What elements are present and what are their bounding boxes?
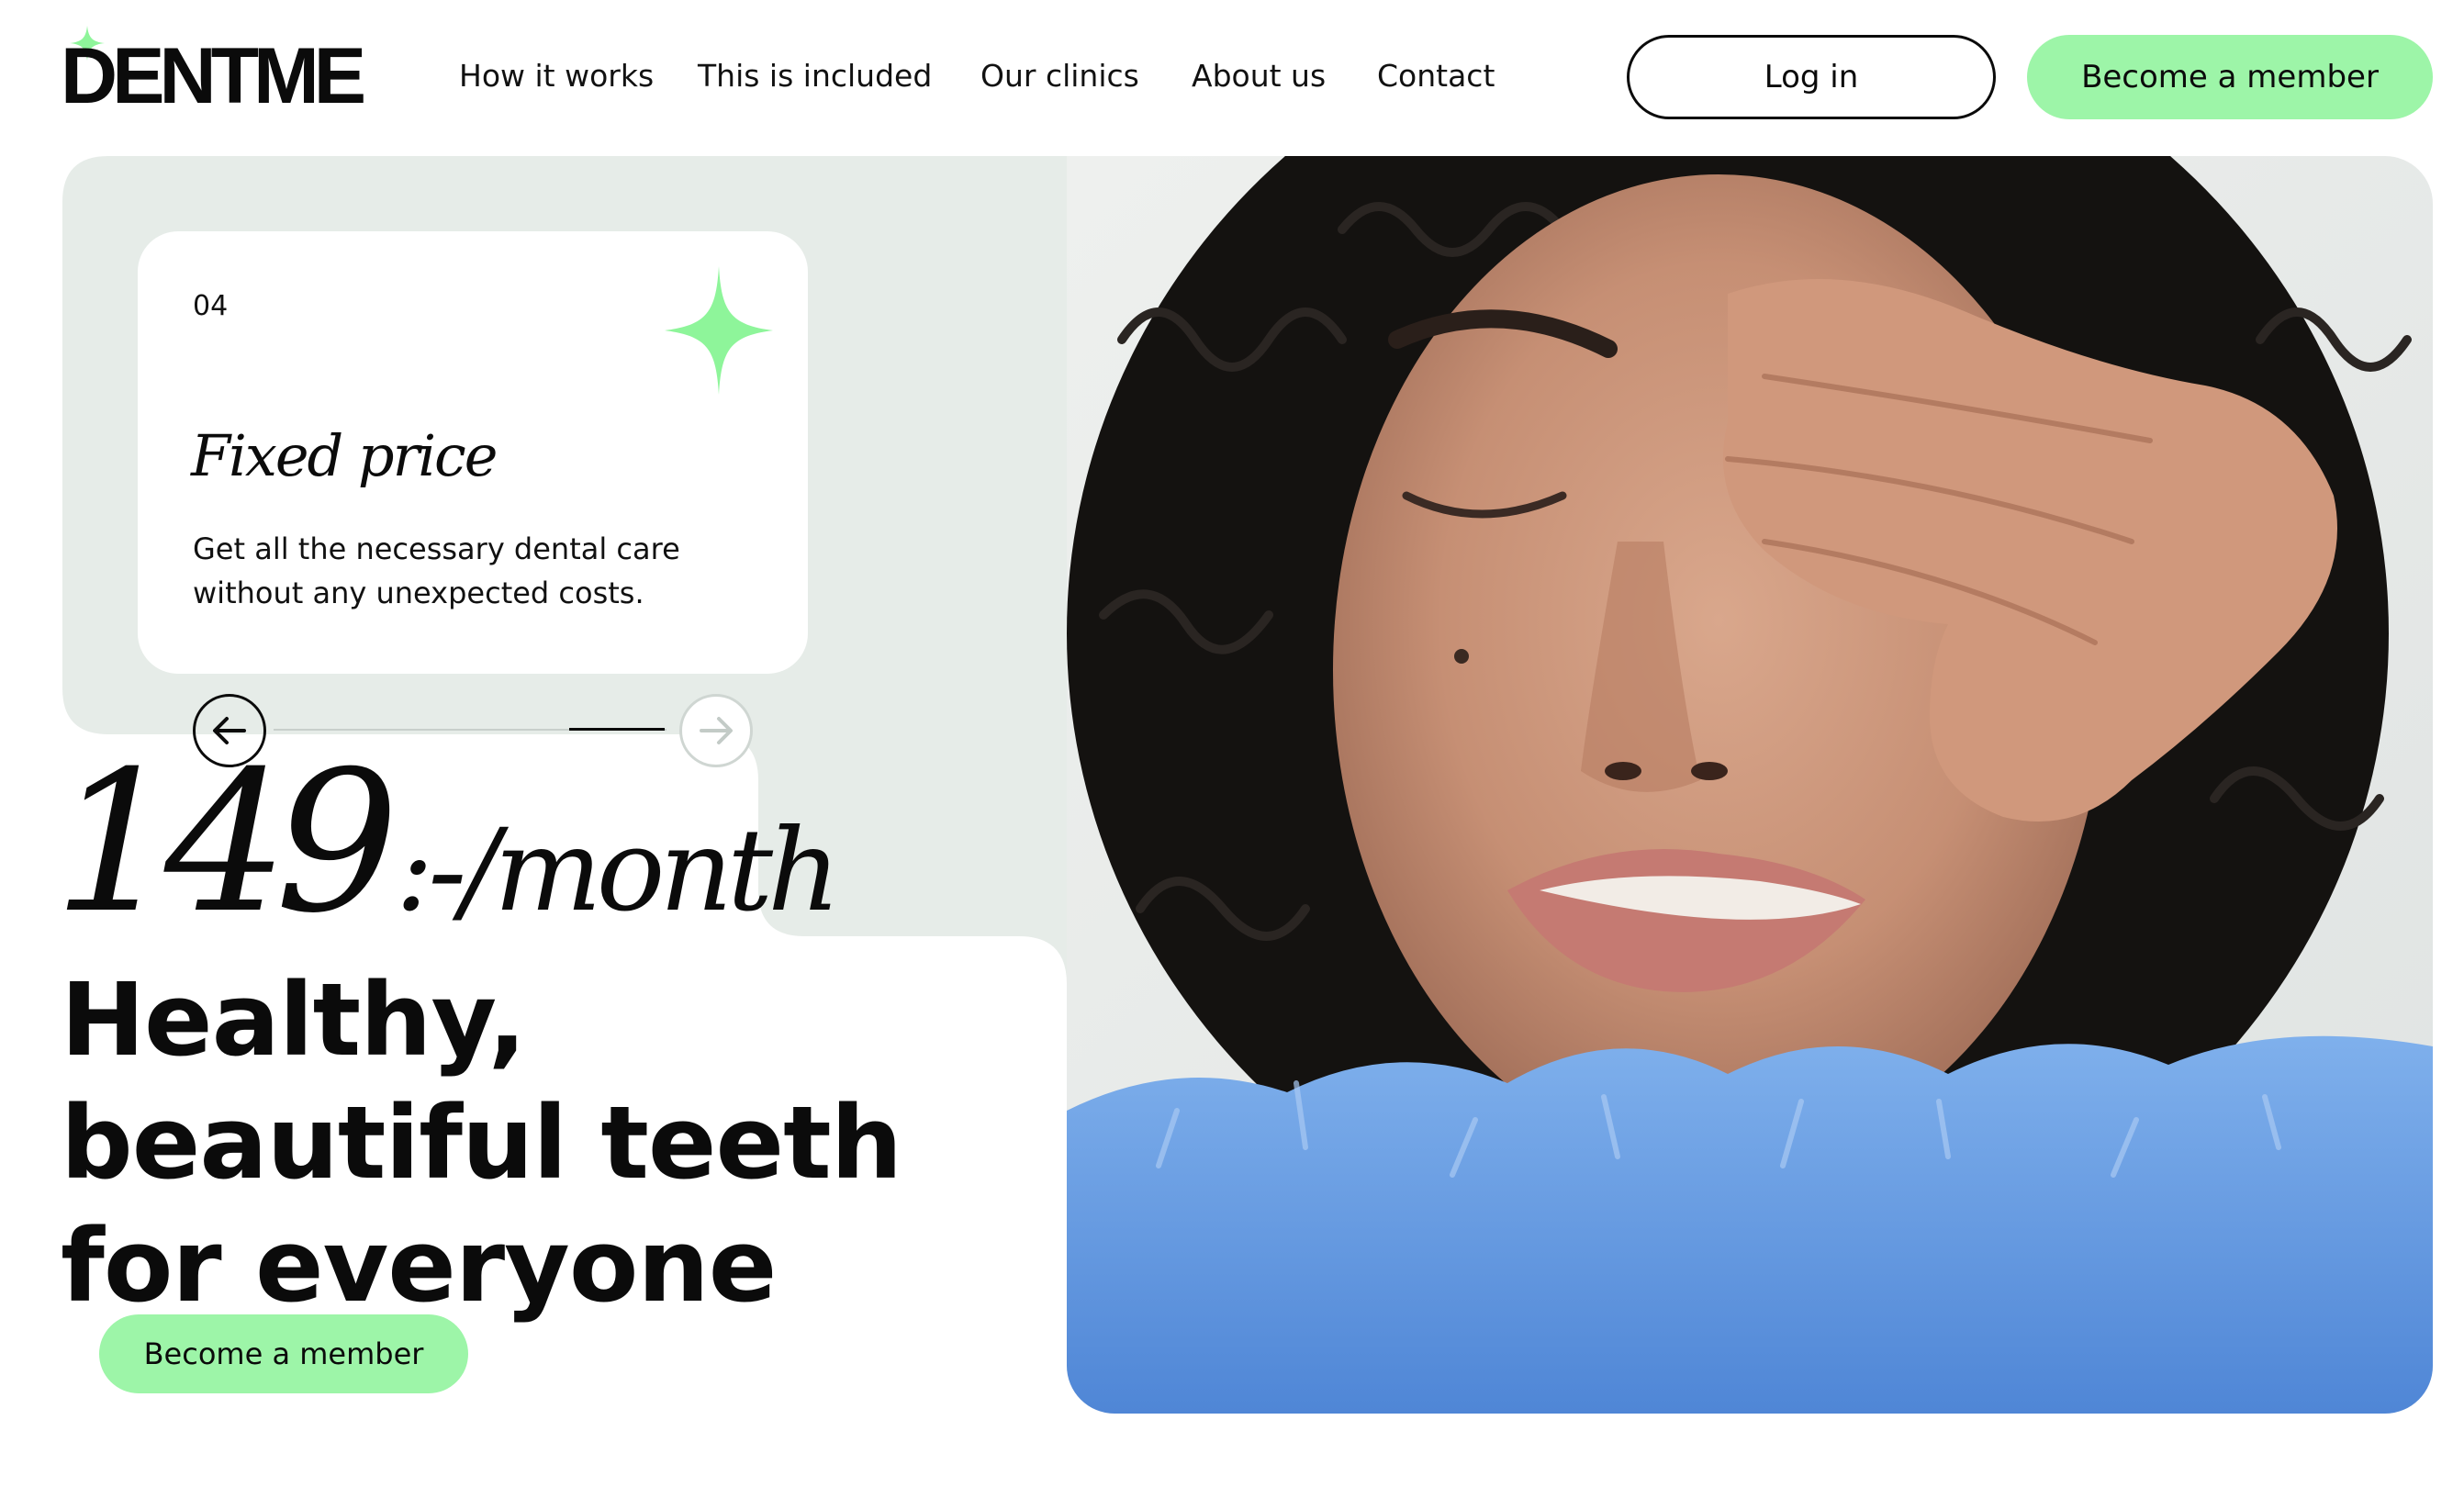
dentme-logo[interactable]: DENTME [59, 26, 366, 120]
feature-card: 04 Fixed price Get all the necessary den… [138, 231, 808, 674]
logo-wordmark: DENTME [61, 32, 366, 120]
slider-progress-indicator [569, 728, 665, 731]
become-member-button-header[interactable]: Become a member [2027, 35, 2433, 119]
nav-about-us[interactable]: About us [1192, 53, 1326, 99]
nav-this-is-included[interactable]: This is included [698, 53, 932, 99]
price: 149:-/month [53, 742, 841, 944]
headline-line-1: Healthy, [61, 961, 526, 1079]
headline-line-3: for everyone [61, 1207, 777, 1325]
nav-how-it-works[interactable]: How it works [459, 53, 654, 99]
card-title: Fixed price [191, 422, 498, 489]
price-amount: 149 [53, 729, 399, 956]
hero-headline: Healthy, beautiful teeth for everyone [61, 958, 979, 1327]
nav-our-clinics[interactable]: Our clinics [980, 53, 1139, 99]
headline-line-2: beautiful teeth [61, 1084, 902, 1202]
card-description: Get all the necessary dental care withou… [193, 531, 680, 610]
become-member-button-hero[interactable]: Become a member [99, 1314, 468, 1393]
hero-photo [1067, 156, 2433, 1414]
card-number: 04 [193, 290, 229, 322]
sparkle-star-icon [665, 266, 773, 395]
nav-contact[interactable]: Contact [1377, 53, 1495, 99]
login-button[interactable]: Log in [1627, 35, 1996, 119]
price-unit: :-/month [395, 805, 841, 937]
